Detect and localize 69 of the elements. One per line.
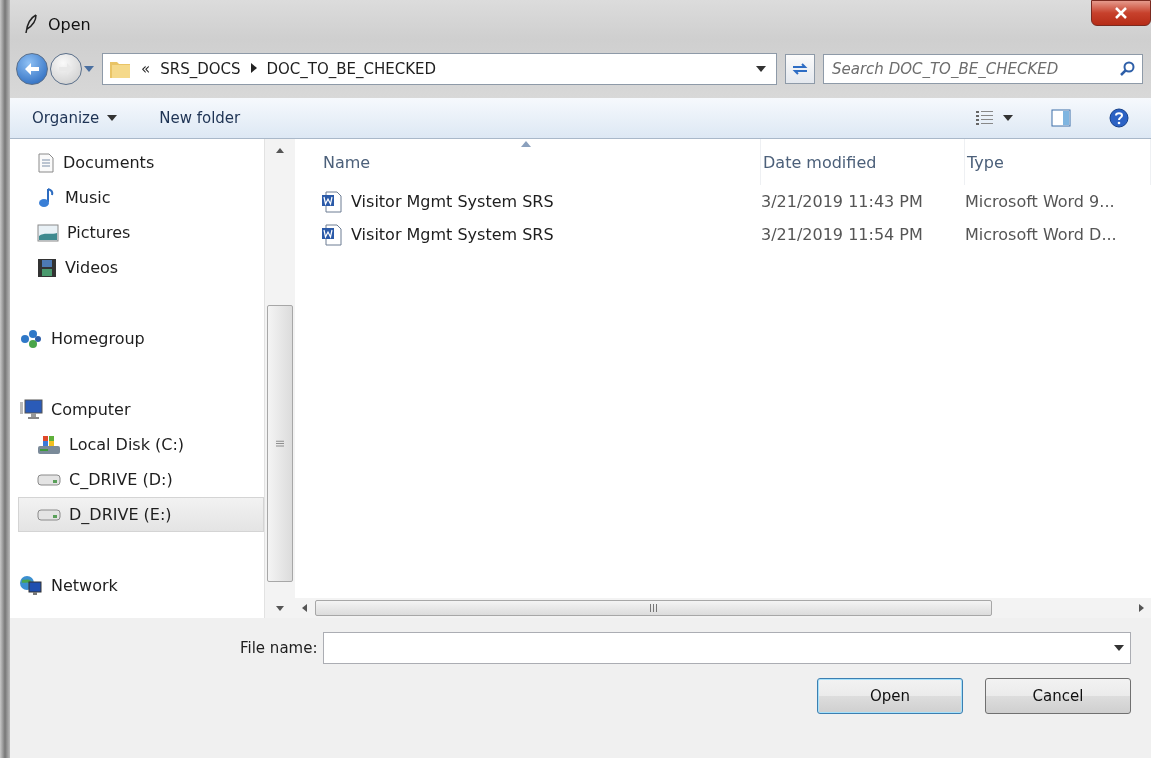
history-caret-icon	[84, 66, 94, 72]
caret-icon	[107, 115, 118, 121]
window-title: Open	[48, 14, 91, 34]
sidebar-item[interactable]: C_DRIVE (D:)	[18, 462, 264, 497]
sidebar-item[interactable]: Pictures	[18, 215, 264, 250]
sidebar-item[interactable]: D_DRIVE (E:)	[18, 497, 264, 532]
type-cell-text: Microsoft Word D...	[965, 225, 1118, 244]
word-document-icon	[321, 190, 343, 213]
sidebar-item[interactable]: Homegroup	[18, 321, 264, 356]
left-arrow-icon	[24, 62, 40, 76]
breadcrumb-item[interactable]: SRS_DOCS	[160, 60, 241, 78]
date-cell-text: 3/21/2019 11:54 PM	[761, 225, 924, 244]
column-header[interactable]: Name	[321, 139, 761, 185]
folder-icon	[109, 59, 131, 79]
address-bar[interactable]: « SRS_DOCS DOC_TO_BE_CHECKED	[102, 53, 777, 85]
refresh-button[interactable]	[785, 54, 815, 84]
file-name-label: File name:	[240, 639, 318, 657]
sidebar-item[interactable]: Music	[18, 180, 264, 215]
sort-arrow-icon	[521, 141, 531, 147]
dialog-button[interactable]: Cancel	[985, 678, 1131, 714]
scroll-down-icon[interactable]	[276, 604, 284, 612]
scrollbar-thumb[interactable]	[267, 305, 293, 582]
network-icon	[19, 574, 43, 597]
refresh-icon	[791, 62, 809, 76]
drive-icon	[37, 507, 61, 522]
sidebar-item[interactable]: Documents	[18, 145, 264, 180]
date-cell-text: 3/21/2019 11:43 PM	[761, 192, 924, 211]
sidebar-item[interactable]: Network	[18, 568, 264, 603]
caret-icon	[1114, 645, 1124, 651]
column-header[interactable]: Date modified	[761, 139, 965, 185]
close-button[interactable]	[1091, 0, 1151, 26]
file-name-field[interactable]	[323, 632, 1131, 664]
system-drive-icon	[37, 433, 61, 456]
document-icon	[37, 152, 55, 173]
feather-icon	[24, 14, 38, 34]
back-button[interactable]	[16, 53, 48, 85]
search-field[interactable]: Search DOC_TO_BE_CHECKED	[823, 54, 1143, 84]
help-icon	[1109, 108, 1129, 128]
scroll-left-icon[interactable]	[301, 604, 309, 612]
type-cell-text: Microsoft Word 9...	[965, 192, 1116, 211]
scroll-right-icon[interactable]	[1137, 604, 1145, 612]
file-name-cell[interactable]: Visitor Mgmt System SRS	[321, 190, 761, 213]
breadcrumb-item[interactable]: DOC_TO_BE_CHECKED	[266, 60, 437, 78]
toolbar-button[interactable]: Organize	[26, 105, 124, 131]
caret-icon	[1003, 115, 1013, 121]
forward-button[interactable]	[50, 53, 82, 85]
search-icon	[1120, 61, 1136, 77]
word-document-icon	[321, 223, 343, 246]
list-view-icon	[975, 110, 995, 126]
dialog-button[interactable]: Open	[817, 678, 963, 714]
close-icon	[1115, 7, 1127, 19]
computer-icon	[19, 398, 43, 421]
picture-icon	[37, 223, 59, 242]
sidebar-item[interactable]: Computer	[18, 392, 264, 427]
grip-icon	[648, 604, 659, 612]
preview-pane-icon	[1051, 109, 1071, 127]
drive-icon	[37, 472, 61, 487]
breadcrumb-overflow[interactable]: «	[141, 60, 151, 78]
homegroup-icon	[19, 327, 43, 350]
sidebar-item[interactable]: Local Disk (C:)	[18, 427, 264, 462]
toolbar-button[interactable]: New folder	[153, 105, 247, 131]
file-name-cell[interactable]: Visitor Mgmt System SRS	[321, 223, 761, 246]
caret-icon	[756, 66, 766, 72]
sidebar-item[interactable]: Videos	[18, 250, 264, 285]
column-header[interactable]: Type	[965, 139, 1151, 185]
film-icon	[37, 257, 57, 278]
scrollbar-thumb[interactable]	[315, 600, 992, 616]
separator-icon	[250, 63, 257, 73]
scroll-up-icon[interactable]	[276, 147, 284, 155]
